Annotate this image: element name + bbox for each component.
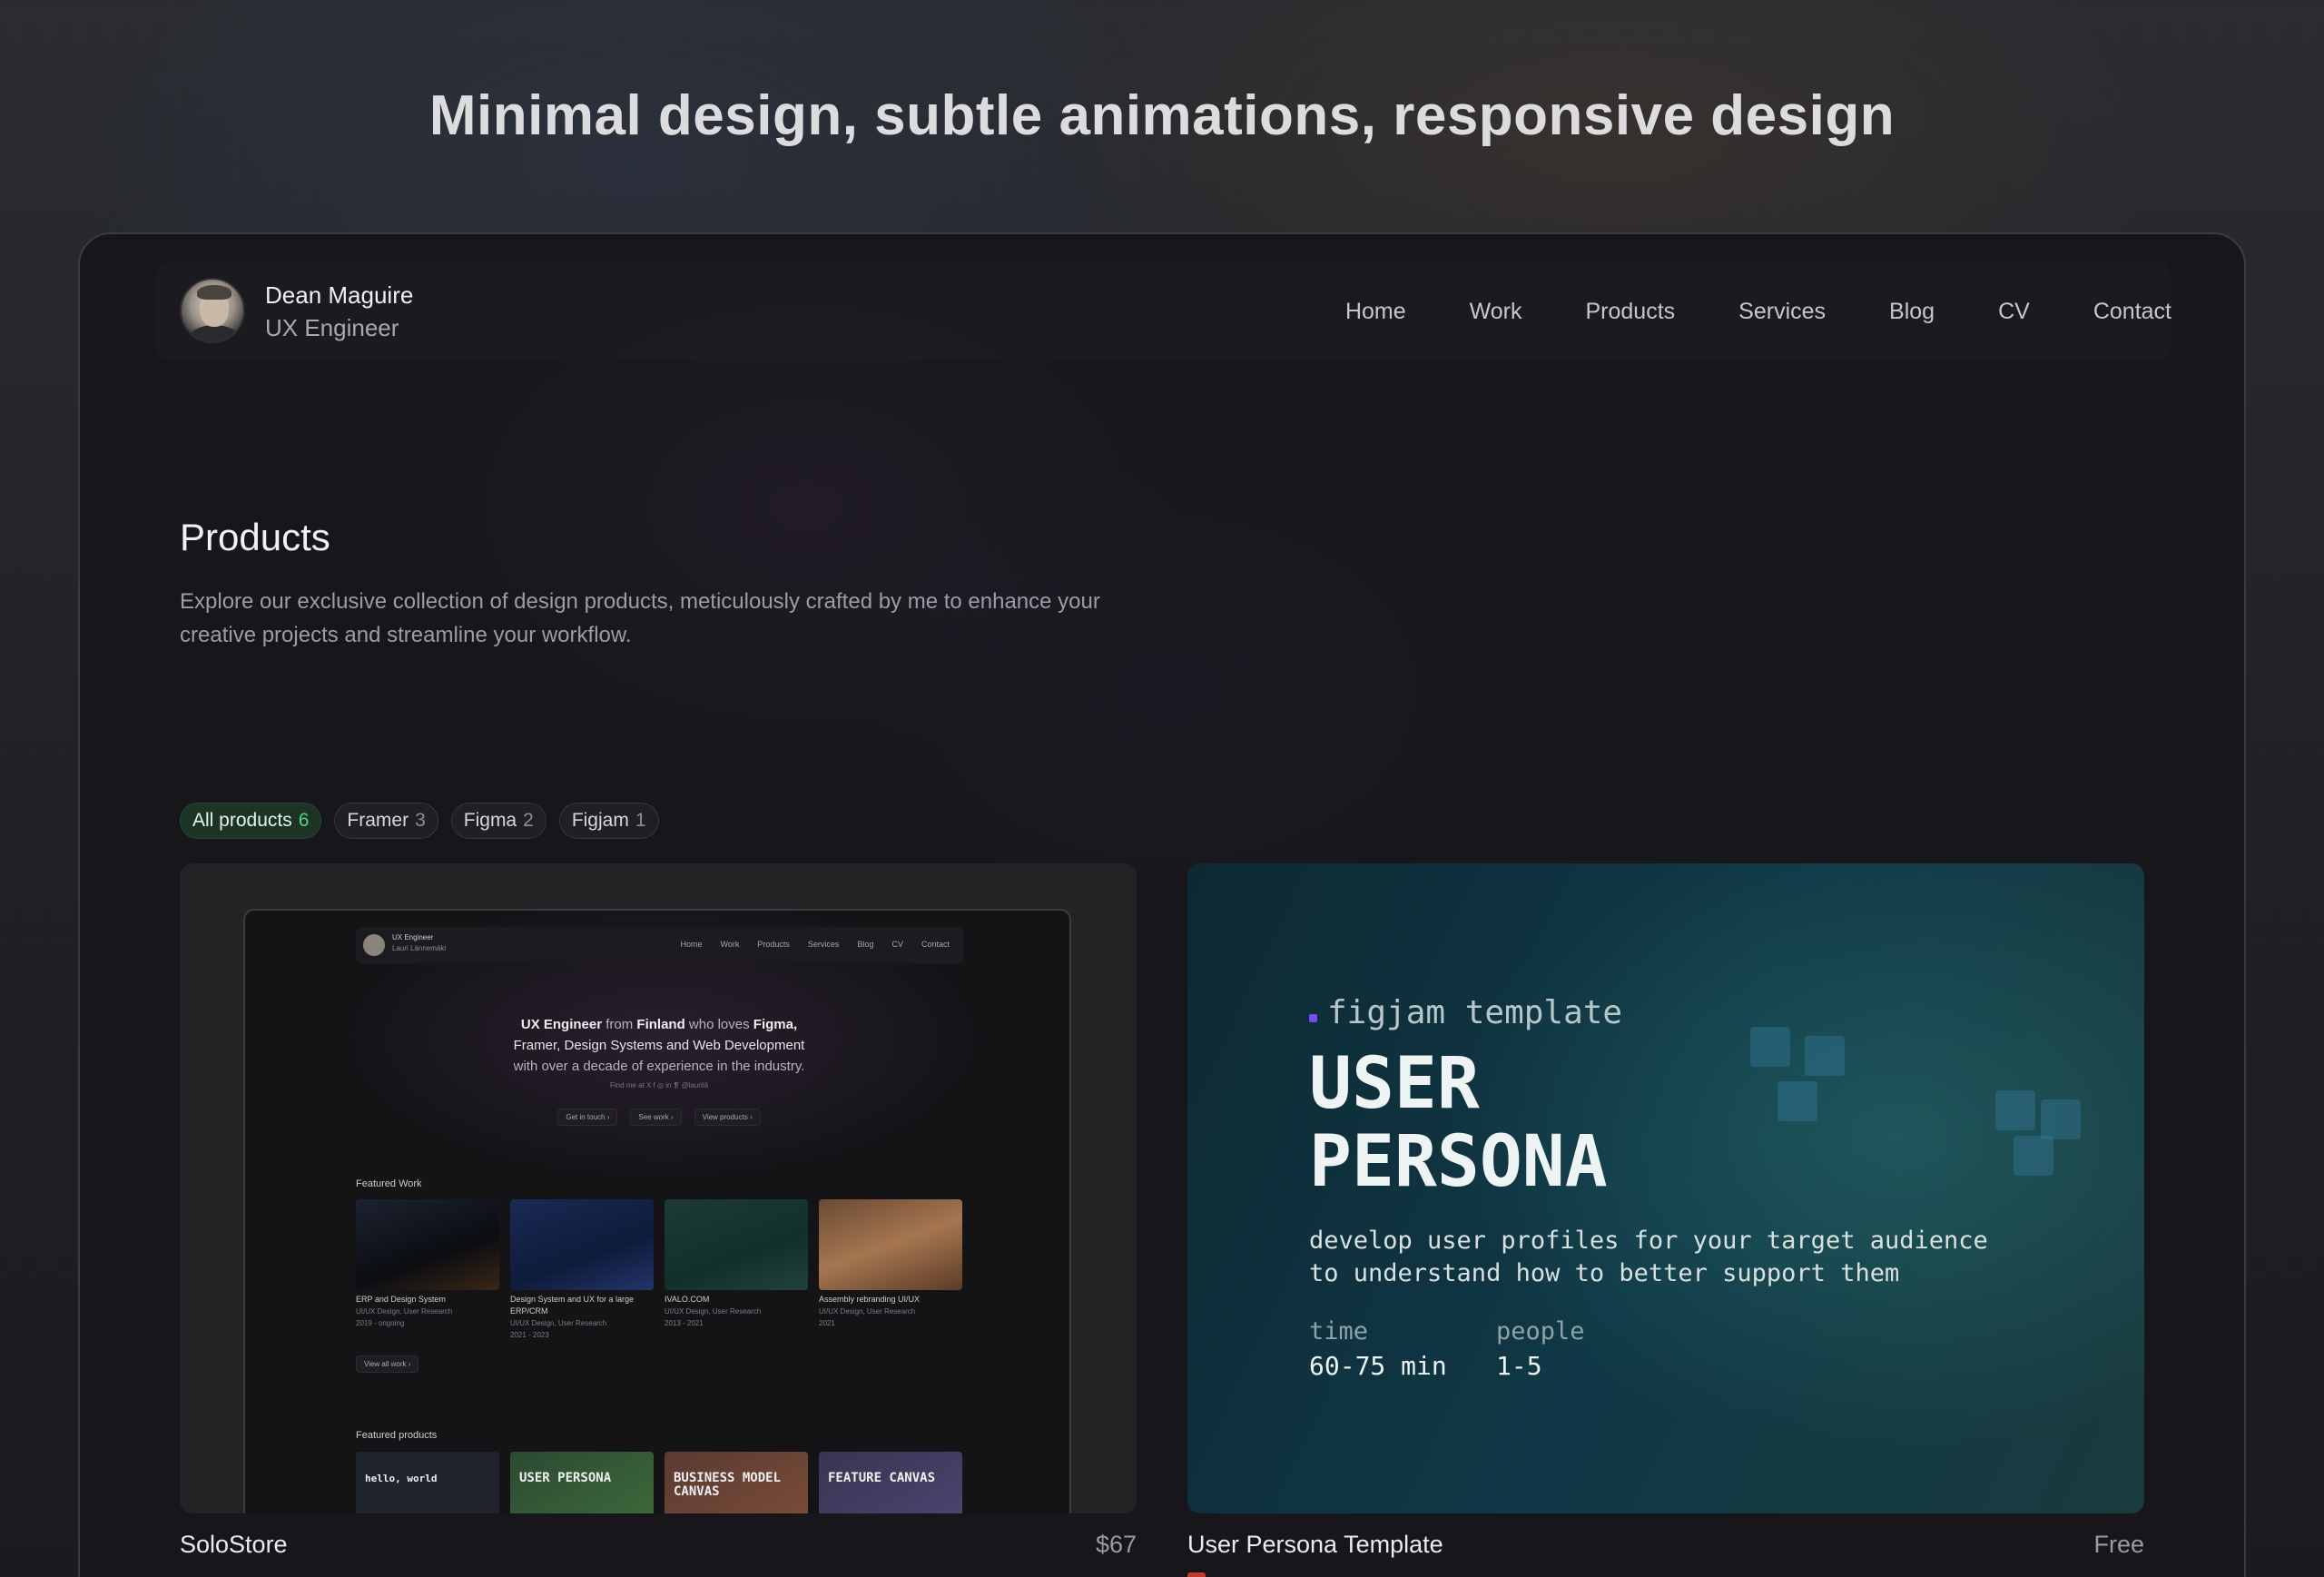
filter-all-products[interactable]: All products 6 <box>180 803 322 839</box>
nav-contact[interactable]: Contact <box>2093 299 2171 325</box>
page-headline: Minimal design, subtle animations, respo… <box>428 84 1896 147</box>
filter-framer[interactable]: Framer 3 <box>334 803 438 839</box>
mini-buttons: Get in touch › See work › View products … <box>245 1109 1069 1126</box>
filter-count: 2 <box>523 810 534 831</box>
profile-name[interactable]: Dean Maguire <box>265 281 413 310</box>
persona-time: time 60-75 min <box>1309 1317 1447 1381</box>
filter-count: 6 <box>298 810 310 831</box>
persona-heading: USER PERSONA <box>1309 1043 1608 1203</box>
nav-products[interactable]: Products <box>1586 299 1676 325</box>
figjam-badge-icon <box>1187 1572 1206 1577</box>
page-description: Explore our exclusive collection of desi… <box>180 589 1100 647</box>
nav-links: Home Work Products Services Blog CV Cont… <box>1345 261 2171 361</box>
nav-services[interactable]: Services <box>1738 299 1826 325</box>
filter-figma[interactable]: Figma 2 <box>450 803 547 839</box>
decorative-sticky <box>2014 1136 2053 1176</box>
tag-dot-icon <box>1309 1014 1317 1022</box>
mini-view-all-button: View all work › <box>356 1355 419 1373</box>
persona-description: develop user profiles for your target au… <box>1309 1227 1988 1287</box>
filter-label: Framer <box>347 810 409 831</box>
mini-work-thumb <box>665 1199 808 1290</box>
mini-work-caption: ERP and Design System UI/UX Design, User … <box>356 1295 453 1327</box>
mini-product-thumb: USER PERSONA <box>510 1452 654 1513</box>
page-title: Products <box>180 516 330 558</box>
decorative-sticky <box>1777 1081 1817 1121</box>
filter-count: 3 <box>415 810 426 831</box>
persona-tag: figjam template <box>1327 994 1623 1031</box>
filter-chips: All products 6 Framer 3 Figma 2 Figjam 1 <box>180 803 659 839</box>
mini-featured-work-heading: Featured Work <box>356 1178 422 1189</box>
mini-product-thumb: BUSINESS MODEL CANVAS <box>665 1452 808 1513</box>
nav-work[interactable]: Work <box>1470 299 1522 325</box>
persona-people: people 1-5 <box>1496 1317 1585 1381</box>
nav-home[interactable]: Home <box>1345 299 1406 325</box>
nav-blog[interactable]: Blog <box>1889 299 1935 325</box>
mini-work-caption: IVALO.COM UI/UX Design, User Research 2013… <box>665 1295 762 1327</box>
mini-work-thumb <box>356 1199 499 1290</box>
mini-hero-text: UX Engineer from Finland who loves Figma… <box>513 1017 805 1074</box>
mini-work-caption: Assembly rebranding UI/UX UI/UX Design, U… <box>819 1295 921 1327</box>
card-price-solostore: $67 <box>1095 1531 1137 1558</box>
mini-work-caption: Design System and UX for a large ERP/CRM… <box>510 1295 635 1339</box>
mini-product-thumb: FEATURE CANVAS <box>819 1452 962 1513</box>
top-navigation: Dean Maguire UX Engineer Home Work Produ… <box>156 261 2171 361</box>
mini-nav-links: Home Work Products Services Blog CV Contact <box>680 940 950 949</box>
filter-label: Figma <box>463 810 517 831</box>
product-card-user-persona-image[interactable]: figjam template USER PERSONA develop use… <box>1187 863 2144 1513</box>
filter-count: 1 <box>635 810 646 831</box>
filter-label: All products <box>192 810 292 831</box>
decorative-sticky <box>1750 1027 1790 1067</box>
nav-cv[interactable]: CV <box>1998 299 2030 325</box>
mini-product-thumb: hello, world <box>356 1452 499 1513</box>
filter-figjam[interactable]: Figjam 1 <box>558 803 659 839</box>
card-price-user-persona: Free <box>2093 1531 2144 1558</box>
mini-social-links: Find me at X f ◎ in ❡ @laurilä <box>609 1081 709 1089</box>
mini-work-thumb <box>819 1199 962 1290</box>
filter-label: Figjam <box>571 810 629 831</box>
decorative-sticky <box>1805 1036 1845 1076</box>
decorative-sticky <box>2041 1099 2081 1139</box>
decorative-sticky <box>1995 1090 2035 1130</box>
mini-avatar <box>363 934 385 956</box>
mini-nav: UX Engineer Lauri Lännemäki Home Work Produ… <box>356 927 964 963</box>
browser-frame: Dean Maguire UX Engineer Home Work Produ… <box>78 232 2246 1577</box>
mini-profile: UX Engineer Lauri Lännemäki <box>392 933 447 952</box>
solostore-preview-screenshot: UX Engineer Lauri Lännemäki Home Work Produ… <box>243 909 1071 1513</box>
card-title-user-persona[interactable]: User Persona Template <box>1187 1531 1443 1559</box>
mini-featured-products-heading: Featured products <box>356 1430 438 1441</box>
product-card-solostore-image[interactable]: UX Engineer Lauri Lännemäki Home Work Produ… <box>180 863 1137 1513</box>
profile-role: UX Engineer <box>265 314 399 341</box>
mini-work-thumb <box>510 1199 654 1290</box>
card-title-solostore[interactable]: SoloStore <box>180 1531 288 1559</box>
avatar[interactable] <box>180 278 245 343</box>
